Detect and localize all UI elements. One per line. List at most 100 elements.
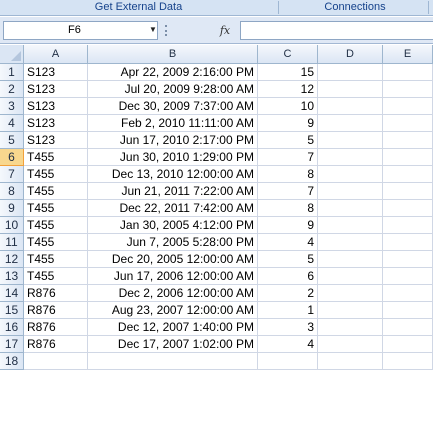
cell-c11[interactable]: 4 (258, 234, 318, 251)
row-header-11[interactable]: 11 (0, 234, 24, 251)
cell-c6[interactable]: 7 (258, 149, 318, 166)
cell-d11[interactable] (318, 234, 383, 251)
cell-c9[interactable]: 8 (258, 200, 318, 217)
cell-e5[interactable] (383, 132, 433, 149)
cell-d10[interactable] (318, 217, 383, 234)
cell-e1[interactable] (383, 64, 433, 81)
cell-b10[interactable]: Jan 30, 2005 4:12:00 PM (88, 217, 258, 234)
column-header-d[interactable]: D (318, 45, 383, 64)
cell-c7[interactable]: 8 (258, 166, 318, 183)
cell-e8[interactable] (383, 183, 433, 200)
name-box[interactable]: F6 ▼ (3, 21, 158, 40)
row-header-16[interactable]: 16 (0, 319, 24, 336)
cell-b16[interactable]: Dec 12, 2007 1:40:00 PM (88, 319, 258, 336)
cell-c2[interactable]: 12 (258, 81, 318, 98)
cell-a7[interactable]: T455 (24, 166, 88, 183)
cell-c14[interactable]: 2 (258, 285, 318, 302)
cell-a16[interactable]: R876 (24, 319, 88, 336)
cell-b18[interactable] (88, 353, 258, 370)
cell-c1[interactable]: 15 (258, 64, 318, 81)
ribbon-group-get-external-data[interactable]: Get External Data (0, 0, 277, 15)
cell-e12[interactable] (383, 251, 433, 268)
cell-b13[interactable]: Jun 17, 2006 12:00:00 AM (88, 268, 258, 285)
cell-d6[interactable] (318, 149, 383, 166)
cell-a3[interactable]: S123 (24, 98, 88, 115)
column-header-c[interactable]: C (258, 45, 318, 64)
insert-function-button[interactable]: fx (214, 23, 236, 38)
cell-e10[interactable] (383, 217, 433, 234)
cell-b11[interactable]: Jun 7, 2005 5:28:00 PM (88, 234, 258, 251)
cell-d13[interactable] (318, 268, 383, 285)
row-header-7[interactable]: 7 (0, 166, 24, 183)
cell-b14[interactable]: Dec 2, 2006 12:00:00 AM (88, 285, 258, 302)
cell-c16[interactable]: 3 (258, 319, 318, 336)
cell-a4[interactable]: S123 (24, 115, 88, 132)
cell-b1[interactable]: Apr 22, 2009 2:16:00 PM (88, 64, 258, 81)
row-header-18[interactable]: 18 (0, 353, 24, 370)
cell-b9[interactable]: Dec 22, 2011 7:42:00 AM (88, 200, 258, 217)
cell-d17[interactable] (318, 336, 383, 353)
cell-c12[interactable]: 5 (258, 251, 318, 268)
cell-b7[interactable]: Dec 13, 2010 12:00:00 AM (88, 166, 258, 183)
cell-e13[interactable] (383, 268, 433, 285)
cell-d5[interactable] (318, 132, 383, 149)
cell-d2[interactable] (318, 81, 383, 98)
cell-a8[interactable]: T455 (24, 183, 88, 200)
cell-e6[interactable] (383, 149, 433, 166)
cell-a18[interactable] (24, 353, 88, 370)
cell-e2[interactable] (383, 81, 433, 98)
row-header-2[interactable]: 2 (0, 81, 24, 98)
cell-d1[interactable] (318, 64, 383, 81)
cell-c5[interactable]: 5 (258, 132, 318, 149)
row-header-14[interactable]: 14 (0, 285, 24, 302)
row-header-17[interactable]: 17 (0, 336, 24, 353)
cell-c13[interactable]: 6 (258, 268, 318, 285)
column-header-a[interactable]: A (24, 45, 88, 64)
cell-d18[interactable] (318, 353, 383, 370)
cell-b3[interactable]: Dec 30, 2009 7:37:00 AM (88, 98, 258, 115)
cell-e9[interactable] (383, 200, 433, 217)
cell-a13[interactable]: T455 (24, 268, 88, 285)
row-header-5[interactable]: 5 (0, 132, 24, 149)
cell-b15[interactable]: Aug 23, 2007 12:00:00 AM (88, 302, 258, 319)
cell-a5[interactable]: S123 (24, 132, 88, 149)
column-header-e[interactable]: E (383, 45, 433, 64)
cell-b5[interactable]: Jun 17, 2010 2:17:00 PM (88, 132, 258, 149)
cell-c18[interactable] (258, 353, 318, 370)
row-header-15[interactable]: 15 (0, 302, 24, 319)
cell-d3[interactable] (318, 98, 383, 115)
cell-b12[interactable]: Dec 20, 2005 12:00:00 AM (88, 251, 258, 268)
cell-e18[interactable] (383, 353, 433, 370)
row-header-6[interactable]: 6 (0, 149, 24, 166)
resize-handle[interactable] (165, 25, 169, 36)
cell-a15[interactable]: R876 (24, 302, 88, 319)
cell-c15[interactable]: 1 (258, 302, 318, 319)
cell-e11[interactable] (383, 234, 433, 251)
cell-b8[interactable]: Jun 21, 2011 7:22:00 AM (88, 183, 258, 200)
column-header-b[interactable]: B (88, 45, 258, 64)
formula-input[interactable] (240, 21, 433, 40)
row-header-1[interactable]: 1 (0, 64, 24, 81)
cell-d15[interactable] (318, 302, 383, 319)
cell-c3[interactable]: 10 (258, 98, 318, 115)
row-header-4[interactable]: 4 (0, 115, 24, 132)
cell-e7[interactable] (383, 166, 433, 183)
cell-b2[interactable]: Jul 20, 2009 9:28:00 AM (88, 81, 258, 98)
cell-e16[interactable] (383, 319, 433, 336)
row-header-8[interactable]: 8 (0, 183, 24, 200)
cell-b17[interactable]: Dec 17, 2007 1:02:00 PM (88, 336, 258, 353)
cell-d4[interactable] (318, 115, 383, 132)
ribbon-group-connections[interactable]: Connections (281, 0, 429, 15)
cell-d8[interactable] (318, 183, 383, 200)
cell-c8[interactable]: 7 (258, 183, 318, 200)
cell-a10[interactable]: T455 (24, 217, 88, 234)
cell-a2[interactable]: S123 (24, 81, 88, 98)
cell-d7[interactable] (318, 166, 383, 183)
cell-a11[interactable]: T455 (24, 234, 88, 251)
cell-a1[interactable]: S123 (24, 64, 88, 81)
cell-e17[interactable] (383, 336, 433, 353)
cell-a12[interactable]: T455 (24, 251, 88, 268)
cell-c10[interactable]: 9 (258, 217, 318, 234)
cell-d9[interactable] (318, 200, 383, 217)
cell-d14[interactable] (318, 285, 383, 302)
